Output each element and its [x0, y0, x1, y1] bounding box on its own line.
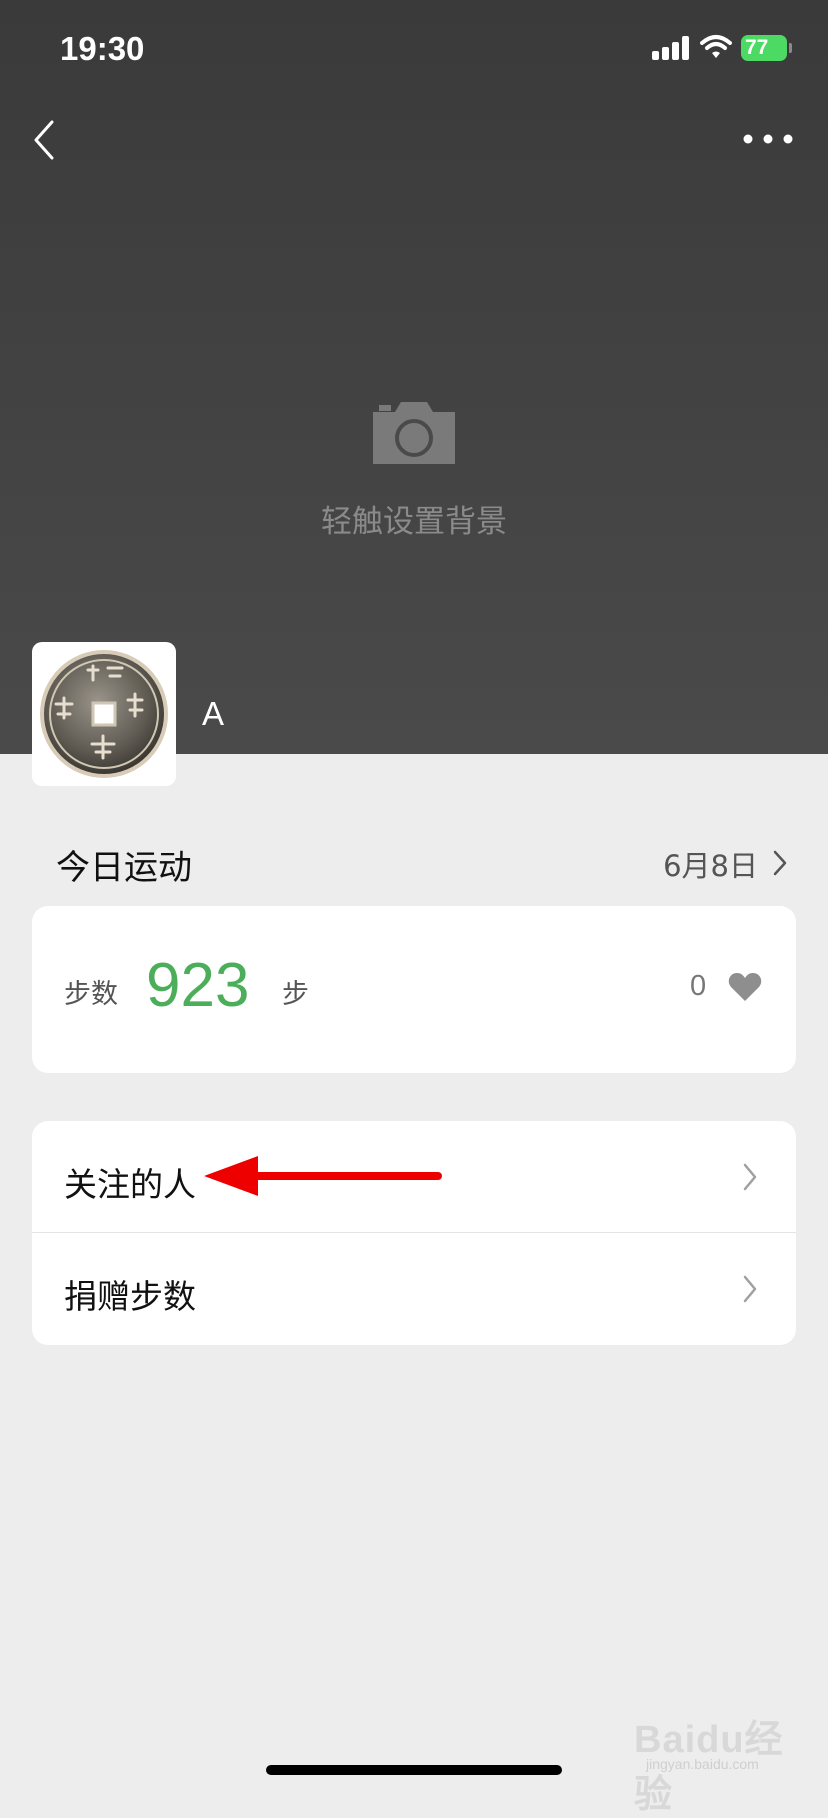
likes-count: 0: [690, 970, 707, 1002]
heart-icon: [728, 973, 762, 1001]
more-dots-icon: [743, 134, 793, 144]
cellular-signal-icon: [652, 36, 692, 60]
set-background-label: 轻触设置背景: [321, 504, 507, 540]
like-button[interactable]: 0: [690, 970, 790, 1010]
home-indicator[interactable]: [266, 1765, 562, 1775]
wifi-icon: [700, 35, 732, 58]
menu-item-donate-steps[interactable]: 捐赠步数: [32, 1233, 796, 1344]
date-label: 6月8日: [663, 849, 758, 883]
steps-label: 步数: [64, 979, 118, 1010]
status-time: 19:30: [60, 30, 145, 67]
back-chevron-icon: [34, 120, 54, 160]
back-button[interactable]: [26, 112, 66, 168]
baidu-watermark: Baidu经验 jingyan.baidu.com: [634, 1700, 794, 1816]
more-button[interactable]: [740, 126, 796, 152]
set-background-button[interactable]: 轻触设置背景: [300, 396, 528, 546]
username[interactable]: A: [202, 695, 224, 733]
chevron-right-icon: [743, 1163, 757, 1191]
profile-header: 19:30 77 轻触设置背景 A: [0, 0, 828, 786]
avatar[interactable]: [32, 642, 176, 786]
chevron-right-icon: [743, 1275, 757, 1303]
steps-unit: 步: [282, 979, 309, 1010]
battery-level: 77: [745, 36, 769, 59]
chevron-right-icon: [773, 850, 787, 876]
menu-item-label: 关注的人: [64, 1165, 196, 1204]
camera-icon: [373, 402, 455, 464]
today-exercise-title: 今日运动: [56, 848, 192, 888]
status-bar: 19:30 77: [0, 0, 828, 100]
battery-tip: [789, 43, 792, 53]
watermark-sub: jingyan.baidu.com: [646, 1756, 759, 1772]
annotation-arrow: [204, 1156, 442, 1196]
steps-value: 923: [146, 951, 250, 1020]
date-link[interactable]: 6月8日: [640, 843, 790, 883]
coin-avatar-image: [40, 650, 168, 778]
steps-card[interactable]: 步数 923 步 0: [32, 906, 796, 1073]
menu-item-label: 捐赠步数: [64, 1277, 196, 1316]
battery-icon: 77: [741, 35, 787, 61]
